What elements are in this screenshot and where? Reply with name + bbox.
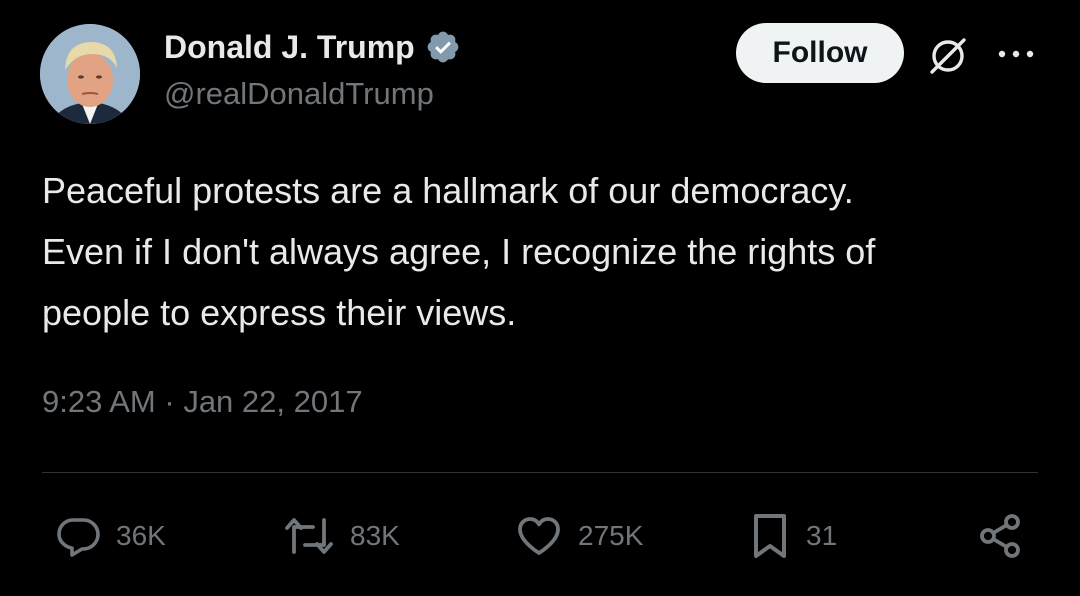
tweet-time[interactable]: 9:23 AM bbox=[42, 384, 156, 420]
action-bar: 36K 83K 275K 31 bbox=[0, 506, 1080, 566]
like-count: 275K bbox=[578, 520, 644, 551]
bookmark-button[interactable]: 31 bbox=[748, 506, 837, 566]
share-icon bbox=[980, 514, 1020, 558]
reply-count: 36K bbox=[116, 520, 166, 551]
repost-button[interactable]: 83K bbox=[282, 506, 400, 566]
more-icon[interactable] bbox=[996, 44, 1036, 64]
bookmark-icon bbox=[754, 514, 786, 558]
user-handle[interactable]: @realDonaldTrump bbox=[164, 76, 434, 112]
avatar[interactable] bbox=[40, 24, 140, 124]
display-name[interactable]: Donald J. Trump bbox=[164, 29, 415, 66]
tweet-text: Peaceful protests are a hallmark of our … bbox=[42, 160, 1042, 343]
tweet-text-line: Peaceful protests are a hallmark of our … bbox=[42, 170, 854, 211]
tweet-text-line: people to express their views. bbox=[42, 292, 517, 333]
grok-icon[interactable] bbox=[926, 34, 970, 78]
name-row: Donald J. Trump bbox=[164, 26, 461, 68]
divider bbox=[42, 472, 1038, 473]
reply-icon bbox=[57, 518, 100, 557]
share-button[interactable] bbox=[976, 506, 1024, 566]
tweet-timestamp[interactable]: 9:23 AM · Jan 22, 2017 bbox=[42, 384, 363, 420]
tweet-text-line: Even if I don't always agree, I recogniz… bbox=[42, 231, 876, 272]
timestamp-separator: · bbox=[155, 384, 184, 419]
heart-icon bbox=[518, 517, 560, 555]
tweet-date[interactable]: Jan 22, 2017 bbox=[183, 384, 362, 420]
like-button[interactable]: 275K bbox=[514, 506, 643, 566]
reply-button[interactable]: 36K bbox=[54, 506, 166, 566]
tweet-card: Donald J. Trump @realDonaldTrump Follow … bbox=[0, 0, 1080, 596]
bookmark-count: 31 bbox=[806, 520, 838, 551]
repost-count: 83K bbox=[350, 520, 400, 551]
verified-badge-icon[interactable] bbox=[425, 29, 461, 65]
repost-icon bbox=[285, 518, 333, 554]
follow-button[interactable]: Follow bbox=[736, 23, 904, 83]
